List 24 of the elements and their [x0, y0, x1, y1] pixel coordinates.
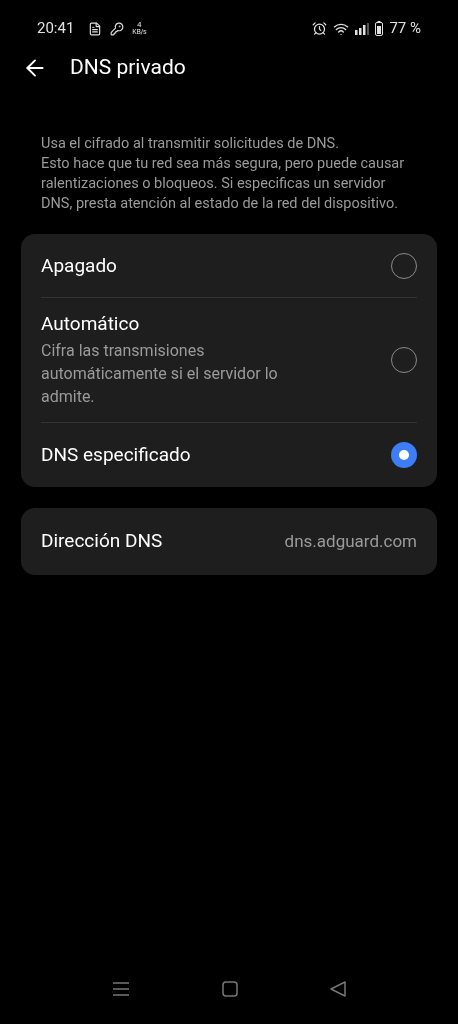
description: Usa el cifrado al transmitir solicitudes de DNS. Esto hace que tu red sea más segura, pero puede causar ralentizaciones o bloqueos. Si especificas un servidor DNS, presta atención al estado de la red del dispositivo.	[40, 134, 406, 214]
back-nav-icon[interactable]	[330, 981, 346, 997]
option-row[interactable]: Automático Cifra las transmisiones automáticamente si el servidor lo admite.	[41, 298, 417, 423]
radio-button[interactable]	[391, 442, 417, 468]
option-label: Apagado	[41, 253, 117, 278]
battery-level: 77 %	[389, 18, 421, 40]
signal-icon	[355, 22, 370, 35]
option-row[interactable]: DNS especificado	[41, 423, 417, 487]
option-subtitle: Cifra las transmisiones automáticamente si el servidor lo admite.	[41, 340, 279, 408]
page-title: DNS privado	[70, 54, 186, 82]
dns-address-row[interactable]: Dirección DNS dns.adguard.com	[21, 508, 437, 575]
speed-value: 4	[137, 21, 142, 29]
dns-address-value: dns.adguard.com	[284, 529, 417, 553]
battery-icon	[375, 21, 384, 36]
home-icon[interactable]	[222, 981, 238, 997]
option-label: Automático	[41, 312, 141, 336]
document-icon	[88, 21, 103, 36]
key-icon	[110, 21, 125, 36]
dns-address-label: Dirección DNS	[41, 528, 163, 555]
option-label: DNS especificado	[41, 443, 191, 467]
alarm-icon	[312, 21, 328, 36]
status-time: 20:41	[37, 18, 75, 40]
menu-icon[interactable]	[112, 981, 130, 997]
option-row[interactable]: Apagado	[41, 234, 417, 298]
